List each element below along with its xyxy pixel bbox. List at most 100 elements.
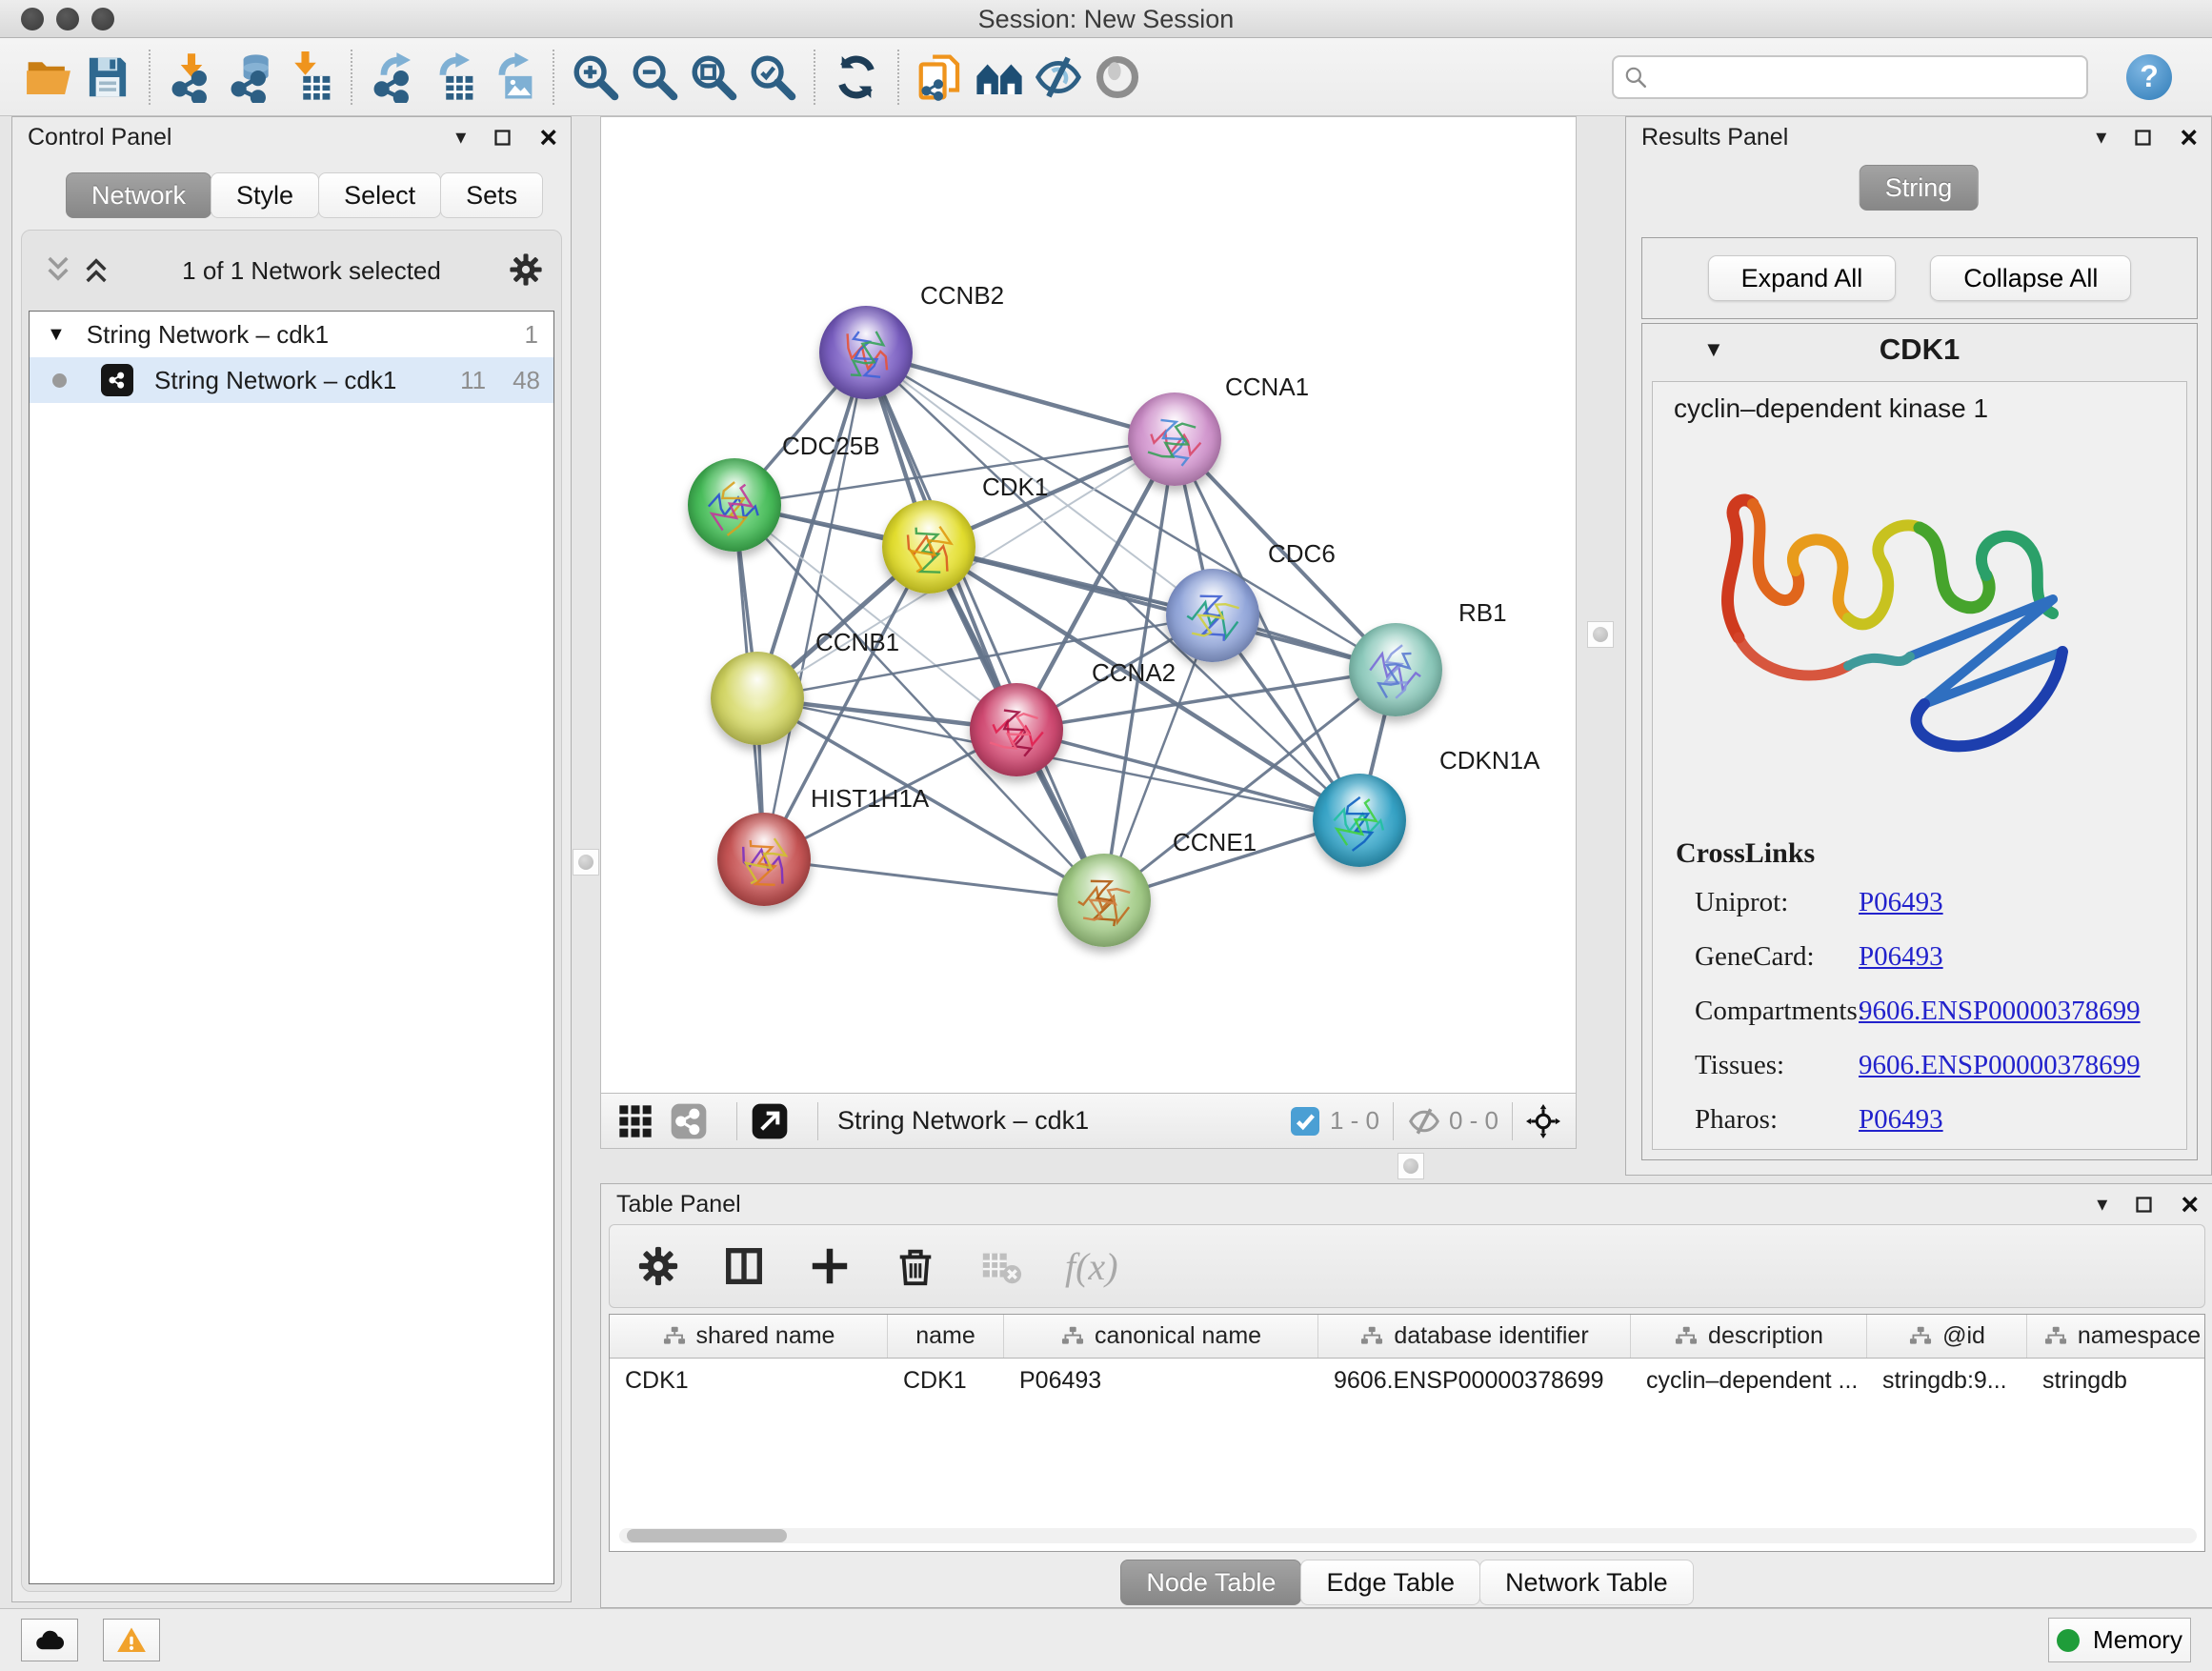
column-header-databaseidentifier[interactable]: database identifier (1318, 1315, 1631, 1358)
left-splitter-handle[interactable] (573, 849, 599, 876)
tab-edge-table[interactable]: Edge Table (1300, 1560, 1480, 1605)
table-cell[interactable]: CDK1 (610, 1359, 888, 1402)
collapse-section-icon[interactable]: ▼ (1703, 337, 1724, 362)
crosslink-value-link[interactable]: P06493 (1859, 941, 1943, 972)
table-cell[interactable]: cyclin–dependent ... (1631, 1359, 1867, 1402)
column-header-description[interactable]: description (1631, 1315, 1867, 1358)
table-cell[interactable]: CDK1 (888, 1359, 1004, 1402)
export-table-button[interactable] (423, 47, 482, 108)
edge-CCNA2-CDKN1A[interactable] (1016, 730, 1359, 820)
delete-table-button[interactable] (979, 1244, 1023, 1288)
trash-icon (894, 1244, 937, 1288)
node-CCNB2[interactable] (819, 306, 913, 399)
clone-network-button[interactable] (911, 47, 970, 108)
panel-close-icon[interactable]: × (2181, 1195, 2199, 1214)
node-HIST1H1A[interactable] (717, 813, 811, 906)
tab-node-table[interactable]: Node Table (1120, 1560, 1301, 1605)
network-canvas[interactable]: CCNB2CCNA1CDC25BCDK1CDC6RB1CCNB1CCNA2CDK… (600, 116, 1577, 1094)
panel-menu-icon[interactable]: ▾ (2096, 125, 2106, 150)
table-cell[interactable]: P06493 (1004, 1359, 1318, 1402)
network-options-button[interactable] (508, 252, 544, 291)
tab-network-table[interactable]: Network Table (1479, 1560, 1694, 1605)
collapse-all-networks-button[interactable] (39, 252, 77, 290)
tab-sets[interactable]: Sets (440, 172, 543, 218)
show-all-button[interactable] (1088, 47, 1147, 108)
right-splitter-handle[interactable] (1587, 621, 1614, 648)
save-session-button[interactable] (78, 47, 137, 108)
node-CDC25B[interactable] (688, 458, 781, 552)
panel-float-icon[interactable] (2134, 1195, 2154, 1215)
table-row[interactable]: CDK1CDK1P064939606.ENSP00000378699cyclin… (610, 1359, 2204, 1402)
panel-float-icon[interactable] (2133, 128, 2153, 148)
panel-menu-icon[interactable]: ▾ (2097, 1192, 2107, 1217)
expand-all-networks-button[interactable] (77, 252, 115, 290)
search-input[interactable] (1612, 55, 2088, 99)
collapse-all-button[interactable]: Collapse All (1930, 255, 2131, 301)
help-button[interactable]: ? (2126, 54, 2172, 100)
tree-expand-icon[interactable]: ▼ (47, 324, 66, 346)
export-network-button[interactable] (364, 47, 423, 108)
node-CDC6[interactable] (1166, 569, 1259, 662)
show-columns-button[interactable] (722, 1244, 766, 1288)
node-RB1[interactable] (1349, 623, 1442, 716)
import-network-from-database-button[interactable] (221, 47, 280, 108)
edge-CCNB2-CCNE1[interactable] (866, 352, 1104, 900)
panel-close-icon[interactable]: × (2180, 128, 2198, 147)
network-row[interactable]: String Network – cdk1 11 48 (30, 357, 553, 403)
column-header-sharedname[interactable]: shared name (610, 1315, 888, 1358)
warnings-button[interactable] (103, 1619, 160, 1661)
network-type-button[interactable] (670, 1102, 708, 1140)
node-CDKN1A[interactable] (1313, 774, 1406, 867)
memory-button[interactable]: Memory (2048, 1618, 2191, 1662)
bottom-splitter-handle[interactable] (1398, 1153, 1424, 1179)
birdseye-view-button[interactable] (616, 1102, 654, 1140)
export-image-button[interactable] (482, 47, 541, 108)
selected-checkbox-icon[interactable] (1288, 1104, 1322, 1138)
crosslink-value-link[interactable]: 9606.ENSP00000378699 (1859, 1050, 2141, 1080)
node-details-header[interactable]: ▼ CDK1 (1642, 324, 2197, 375)
column-header-namespace[interactable]: namespace (2027, 1315, 2205, 1358)
detach-view-button[interactable] (751, 1102, 789, 1140)
edge-HIST1H1A-CCNE1[interactable] (764, 859, 1104, 900)
tab-network[interactable]: Network (66, 172, 211, 218)
network-collection-row[interactable]: ▼ String Network – cdk1 1 (30, 312, 553, 357)
zoom-out-button[interactable] (625, 47, 684, 108)
function-builder-button[interactable]: f(x) (1065, 1244, 1118, 1289)
panel-float-icon[interactable] (493, 128, 513, 148)
node-CCNA1[interactable] (1128, 393, 1221, 486)
column-header-name[interactable]: name (888, 1315, 1004, 1358)
zoom-fit-button[interactable] (684, 47, 743, 108)
import-network-button[interactable] (162, 47, 221, 108)
node-CDK1[interactable] (882, 500, 975, 594)
table-hscroll-thumb[interactable] (627, 1529, 787, 1542)
refresh-layout-button[interactable] (827, 47, 886, 108)
table-options-button[interactable] (636, 1244, 680, 1288)
node-CCNB1[interactable] (711, 652, 804, 745)
open-session-button[interactable] (19, 47, 78, 108)
tab-string[interactable]: String (1860, 165, 1979, 211)
import-table-button[interactable] (280, 47, 339, 108)
cloud-status-button[interactable] (21, 1619, 78, 1661)
hide-selected-button[interactable] (1029, 47, 1088, 108)
add-column-button[interactable] (808, 1244, 852, 1288)
tab-style[interactable]: Style (211, 172, 319, 218)
panel-close-icon[interactable]: × (539, 128, 557, 147)
table-cell[interactable]: 9606.ENSP00000378699 (1318, 1359, 1631, 1402)
table-cell[interactable]: stringdb (2027, 1359, 2205, 1402)
delete-column-button[interactable] (894, 1244, 937, 1288)
zoom-selected-button[interactable] (743, 47, 802, 108)
panel-menu-icon[interactable]: ▾ (455, 125, 466, 150)
table-cell[interactable]: stringdb:9... (1867, 1359, 2027, 1402)
column-header-canonicalname[interactable]: canonical name (1004, 1315, 1318, 1358)
expand-all-button[interactable]: Expand All (1708, 255, 1897, 301)
column-header-id[interactable]: @id (1867, 1315, 2027, 1358)
zoom-in-button[interactable] (566, 47, 625, 108)
tab-select[interactable]: Select (318, 172, 441, 218)
crosslink-value-link[interactable]: 9606.ENSP00000378699 (1859, 996, 2141, 1026)
node-CCNA2[interactable] (970, 683, 1063, 776)
crosshair-icon[interactable] (1526, 1104, 1560, 1138)
node-CCNE1[interactable] (1057, 854, 1151, 947)
crosslink-value-link[interactable]: P06493 (1859, 887, 1943, 917)
first-neighbors-button[interactable] (970, 47, 1029, 108)
crosslink-value-link[interactable]: P06493 (1859, 1104, 1943, 1135)
